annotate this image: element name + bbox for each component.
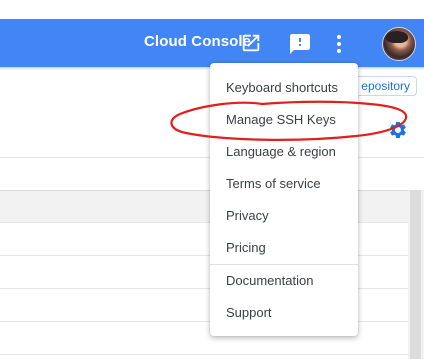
more-vert-icon[interactable] — [333, 32, 345, 56]
menu-item-terms-of-service[interactable]: Terms of service — [210, 170, 358, 198]
overflow-menu: Keyboard shortcuts Manage SSH Keys Langu… — [210, 63, 358, 336]
avatar[interactable] — [382, 27, 416, 61]
repository-button-label: epository — [361, 79, 410, 93]
cloud-console-link[interactable]: Cloud Console — [144, 33, 251, 50]
menu-item-privacy[interactable]: Privacy — [210, 202, 358, 230]
menu-item-support[interactable]: Support — [210, 299, 358, 327]
menu-item-manage-ssh-keys[interactable]: Manage SSH Keys — [210, 106, 358, 134]
page: Cloud Console epository Keyboard shortcu… — [0, 0, 424, 359]
menu-item-keyboard-shortcuts[interactable]: Keyboard shortcuts — [210, 74, 358, 102]
menu-divider — [210, 264, 358, 265]
menu-item-documentation[interactable]: Documentation — [210, 267, 358, 295]
scrollbar-thumb[interactable] — [410, 190, 421, 359]
feedback-icon[interactable] — [288, 32, 312, 56]
menu-item-pricing[interactable]: Pricing — [210, 234, 358, 262]
menu-item-language-region[interactable]: Language & region — [210, 138, 358, 166]
table-row-divider — [0, 354, 408, 355]
settings-gear-icon[interactable] — [388, 120, 408, 140]
open-in-new-icon[interactable] — [240, 32, 262, 54]
